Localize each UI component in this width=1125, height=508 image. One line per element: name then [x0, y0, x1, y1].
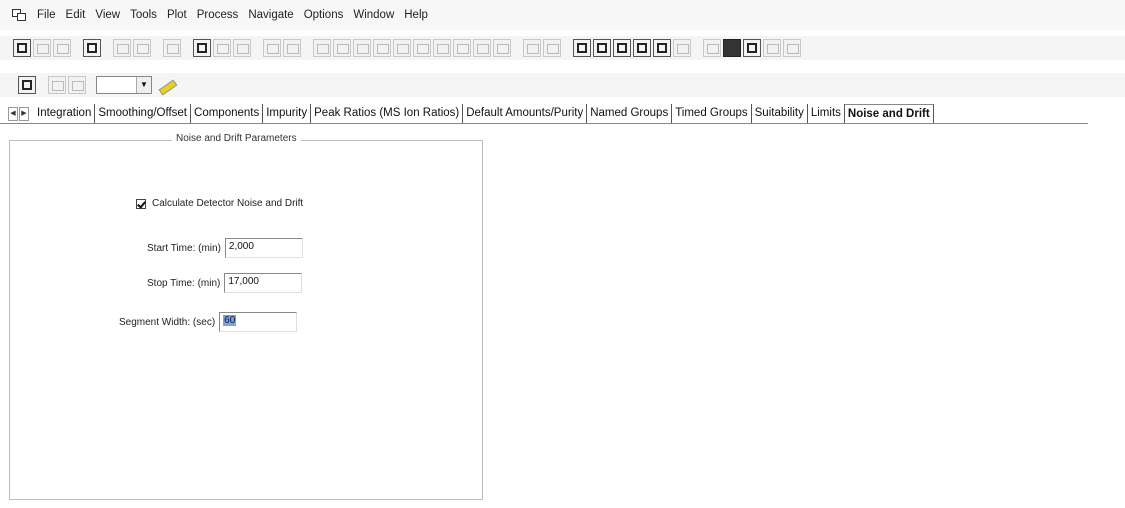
view-icon[interactable] [653, 39, 671, 57]
tool-icon[interactable] [213, 39, 231, 57]
undo-icon[interactable] [263, 39, 281, 57]
segment-width-label: Segment Width: (sec) [119, 316, 216, 328]
menu-tools[interactable]: Tools [125, 9, 162, 21]
tab-scroll: ◀ ▶ [0, 104, 34, 123]
tool-icon[interactable] [433, 39, 451, 57]
stop-time-label: Stop Time: (min) [147, 277, 221, 289]
calculate-noise-label: Calculate Detector Noise and Drift [152, 198, 304, 209]
tool-icon[interactable] [53, 39, 71, 57]
zoom-icon[interactable] [633, 39, 651, 57]
menu-navigate[interactable]: Navigate [243, 9, 298, 21]
highlighter-icon[interactable] [156, 76, 176, 94]
menu-bar: File Edit View Tools Plot Process Naviga… [0, 0, 1125, 30]
settings-icon[interactable] [723, 39, 741, 57]
menu-edit[interactable]: Edit [61, 9, 91, 21]
tool-icon[interactable] [763, 39, 781, 57]
tab-impurity[interactable]: Impurity [263, 104, 312, 123]
peak-tool-icon[interactable] [83, 39, 101, 57]
main-toolbar [0, 36, 1125, 60]
menu-view[interactable]: View [90, 9, 125, 21]
tool-icon[interactable] [313, 39, 331, 57]
tool-icon[interactable] [473, 39, 491, 57]
menu-options[interactable]: Options [299, 9, 349, 21]
stop-time-row: Stop Time: (min) 17,000 [147, 273, 303, 293]
tab-suitability[interactable]: Suitability [752, 104, 808, 123]
chart-icon[interactable] [193, 39, 211, 57]
menu-process[interactable]: Process [192, 9, 244, 21]
menu-plot[interactable]: Plot [162, 9, 192, 21]
tool-icon[interactable] [393, 39, 411, 57]
database-icon[interactable] [743, 39, 761, 57]
app-icon [12, 9, 26, 21]
tab-limits[interactable]: Limits [808, 104, 845, 123]
tab-noise-and-drift[interactable]: Noise and Drift [844, 104, 934, 123]
start-time-label: Start Time: (min) [147, 242, 221, 254]
tool-icon[interactable] [353, 39, 371, 57]
segment-width-value: 60 [223, 315, 237, 326]
chevron-right-icon[interactable]: ▶ [19, 106, 29, 121]
copy-icon[interactable] [593, 39, 611, 57]
group-title: Noise and Drift Parameters [172, 133, 301, 144]
chevron-left-icon[interactable]: ◀ [8, 106, 18, 121]
tool-icon[interactable] [68, 76, 86, 94]
start-time-row: Start Time: (min) 2,000 [147, 238, 303, 258]
method-tabs: ◀ ▶ Integration Smoothing/Offset Compone… [0, 104, 1088, 124]
stop-time-input[interactable]: 17,000 [224, 273, 303, 293]
redo-icon[interactable] [283, 39, 301, 57]
secondary-toolbar: ▼ [0, 73, 1125, 97]
calculate-noise-checkbox[interactable] [136, 198, 146, 209]
tool-icon[interactable] [133, 39, 151, 57]
calculate-noise-row: Calculate Detector Noise and Drift [136, 198, 303, 209]
mode-dropdown[interactable]: ▼ [96, 76, 152, 94]
tool-icon[interactable] [703, 39, 721, 57]
menu-help[interactable]: Help [399, 9, 433, 21]
print-icon[interactable] [18, 76, 36, 94]
baseline-icon[interactable] [573, 39, 591, 57]
tab-peak-ratios[interactable]: Peak Ratios (MS Ion Ratios) [311, 104, 464, 123]
tool-icon[interactable] [233, 39, 251, 57]
tab-named-groups[interactable]: Named Groups [587, 104, 673, 123]
start-time-input[interactable]: 2,000 [224, 238, 303, 258]
tab-components[interactable]: Components [191, 104, 264, 123]
tool-icon[interactable] [413, 39, 431, 57]
tab-timed-groups[interactable]: Timed Groups [672, 104, 752, 123]
lock-method-icon[interactable] [13, 39, 31, 57]
tool-icon[interactable] [33, 39, 51, 57]
tool-icon[interactable] [48, 76, 66, 94]
segment-width-row: Segment Width: (sec) 60 [119, 312, 298, 332]
tool-icon[interactable] [333, 39, 351, 57]
segment-width-input[interactable]: 60 [219, 312, 298, 332]
tool-icon[interactable] [523, 39, 541, 57]
tool-icon[interactable] [493, 39, 511, 57]
tool-icon[interactable] [673, 39, 691, 57]
tool-icon[interactable] [373, 39, 391, 57]
menu-file[interactable]: File [32, 9, 61, 21]
tab-integration[interactable]: Integration [34, 104, 96, 123]
tool-icon[interactable] [113, 39, 131, 57]
tool-icon[interactable] [543, 39, 561, 57]
tab-default-amounts[interactable]: Default Amounts/Purity [463, 104, 588, 123]
tool-icon[interactable] [453, 39, 471, 57]
tool-icon[interactable] [783, 39, 801, 57]
menu-window[interactable]: Window [348, 9, 399, 21]
chevron-down-icon: ▼ [136, 77, 151, 93]
tab-smoothing-offset[interactable]: Smoothing/Offset [95, 104, 192, 123]
tool-icon[interactable] [163, 39, 181, 57]
list-icon[interactable] [613, 39, 631, 57]
